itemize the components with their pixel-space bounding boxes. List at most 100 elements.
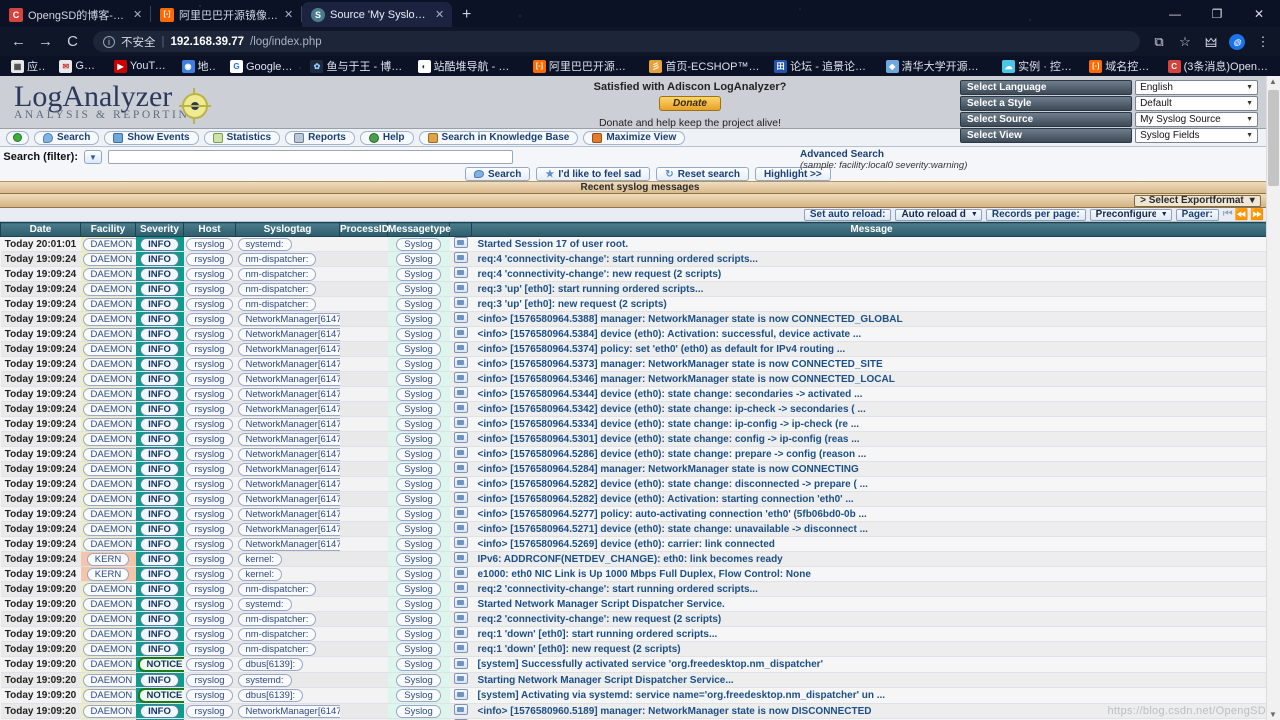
cell-severity[interactable]: INFO [136, 282, 184, 297]
table-row[interactable]: Today 19:09:20DAEMONINFOrsyslognm-dispat… [1, 627, 1272, 642]
cell-facility[interactable]: DAEMON [81, 462, 136, 477]
cell-facility[interactable]: DAEMON [81, 612, 136, 627]
cell-detail-icon[interactable] [450, 357, 472, 372]
reload-icon[interactable]: C [60, 33, 85, 50]
host-badge[interactable]: rsyslog [186, 298, 232, 311]
messagetype-badge[interactable]: Syslog [396, 493, 441, 506]
cell-syslogtag[interactable]: NetworkManager[6147]: [236, 492, 340, 507]
table-row[interactable]: Today 19:09:24DAEMONINFOrsyslogNetworkMa… [1, 312, 1272, 327]
cell-detail-icon[interactable] [450, 688, 472, 704]
bookmark-tsinghua[interactable]: ◆清华大学开源软件... [879, 58, 995, 74]
cast-icon[interactable]: ⧉ [1148, 34, 1170, 50]
facility-badge[interactable]: DAEMON [83, 508, 136, 521]
syslogtag-badge[interactable]: nm-dispatcher: [238, 628, 317, 641]
messagetype-badge[interactable]: Syslog [396, 583, 441, 596]
syslogtag-badge[interactable]: kernel: [238, 568, 283, 581]
facility-badge[interactable]: DAEMON [83, 373, 136, 386]
toolbar-maximize-view-button[interactable]: Maximize View [583, 131, 685, 145]
table-row[interactable]: Today 19:09:20DAEMONINFOrsyslognm-dispat… [1, 612, 1272, 627]
messagetype-badge[interactable]: Syslog [396, 373, 441, 386]
facility-badge[interactable]: DAEMON [83, 658, 136, 671]
cell-messagetype[interactable]: Syslog [388, 704, 450, 719]
facility-badge[interactable]: DAEMON [83, 418, 136, 431]
cell-syslogtag[interactable]: NetworkManager[6147]: [236, 704, 340, 719]
facility-badge[interactable]: DAEMON [83, 388, 136, 401]
cell-facility[interactable]: DAEMON [81, 417, 136, 432]
host-badge[interactable]: rsyslog [186, 388, 232, 401]
cell-facility[interactable]: DAEMON [81, 537, 136, 552]
cell-syslogtag[interactable]: nm-dispatcher: [236, 627, 340, 642]
status-indicator-button[interactable] [6, 131, 29, 145]
cell-severity[interactable]: INFO [136, 237, 184, 252]
cell-detail-icon[interactable] [450, 597, 472, 612]
toolbar-help-button[interactable]: Help [360, 131, 414, 145]
auto-reload-dropdown[interactable]: Auto reload d ▼ [895, 209, 981, 221]
cell-detail-icon[interactable] [450, 642, 472, 657]
cell-severity[interactable]: INFO [136, 597, 184, 612]
severity-badge[interactable]: INFO [140, 448, 179, 461]
message-detail-icon[interactable] [454, 432, 468, 443]
table-row[interactable]: Today 19:09:24DAEMONINFOrsyslogNetworkMa… [1, 387, 1272, 402]
severity-badge[interactable]: INFO [140, 613, 179, 626]
bookmark-navsite[interactable]: ◐站酷堆导航 - 寻找... [411, 58, 526, 74]
toolbar-show-events-button[interactable]: Show Events [104, 131, 198, 145]
browser-tab-1[interactable]: [-] 阿里巴巴开源镜像站-阿里云官网 ✕ [151, 2, 301, 27]
message-detail-icon[interactable] [454, 462, 468, 473]
syslogtag-badge[interactable]: nm-dispatcher: [238, 253, 317, 266]
cell-facility[interactable]: DAEMON [81, 402, 136, 417]
cell-syslogtag[interactable]: systemd: [236, 673, 340, 688]
cell-detail-icon[interactable] [450, 417, 472, 432]
cell-detail-icon[interactable] [450, 327, 472, 342]
severity-badge[interactable]: INFO [140, 674, 179, 687]
table-row[interactable]: Today 19:09:24DAEMONINFOrsyslogNetworkMa… [1, 507, 1272, 522]
table-row[interactable]: Today 19:09:24DAEMONINFOrsyslogNetworkMa… [1, 417, 1272, 432]
host-badge[interactable]: rsyslog [186, 628, 232, 641]
severity-badge[interactable]: INFO [140, 358, 179, 371]
facility-badge[interactable]: DAEMON [83, 493, 136, 506]
profile-avatar[interactable]: ◍ [1226, 33, 1248, 51]
cell-host[interactable]: rsyslog [184, 432, 236, 447]
message-detail-icon[interactable] [454, 237, 468, 248]
messagetype-badge[interactable]: Syslog [396, 388, 441, 401]
cell-host[interactable]: rsyslog [184, 312, 236, 327]
search-button[interactable]: Search [465, 167, 530, 181]
cell-host[interactable]: rsyslog [184, 237, 236, 252]
message-detail-icon[interactable] [454, 492, 468, 503]
advanced-search-link[interactable]: Advanced Search [800, 149, 884, 160]
cell-host[interactable]: rsyslog [184, 447, 236, 462]
cell-syslogtag[interactable]: nm-dispatcher: [236, 282, 340, 297]
syslogtag-badge[interactable]: dbus[6139]: [238, 658, 304, 671]
facility-badge[interactable]: DAEMON [83, 523, 136, 536]
cell-severity[interactable]: INFO [136, 522, 184, 537]
cell-messagetype[interactable]: Syslog [388, 417, 450, 432]
cell-syslogtag[interactable]: NetworkManager[6147]: [236, 372, 340, 387]
cell-host[interactable]: rsyslog [184, 492, 236, 507]
cell-host[interactable]: rsyslog [184, 477, 236, 492]
cell-severity[interactable]: INFO [136, 673, 184, 688]
cell-severity[interactable]: INFO [136, 462, 184, 477]
host-badge[interactable]: rsyslog [186, 493, 232, 506]
cell-host[interactable]: rsyslog [184, 688, 236, 704]
cell-severity[interactable]: NOTICE [136, 657, 184, 673]
severity-badge[interactable]: INFO [140, 523, 179, 536]
message-detail-icon[interactable] [454, 689, 468, 700]
messagetype-badge[interactable]: Syslog [396, 343, 441, 356]
host-badge[interactable]: rsyslog [186, 463, 232, 476]
cell-facility[interactable]: DAEMON [81, 342, 136, 357]
syslogtag-badge[interactable]: NetworkManager[6147]: [238, 433, 340, 446]
donate-button[interactable]: Donate [659, 96, 721, 111]
cell-severity[interactable]: INFO [136, 372, 184, 387]
messagetype-badge[interactable]: Syslog [396, 298, 441, 311]
messagetype-badge[interactable]: Syslog [396, 403, 441, 416]
table-row[interactable]: Today 19:09:20DAEMONINFOrsyslognm-dispat… [1, 582, 1272, 597]
facility-badge[interactable]: DAEMON [83, 253, 136, 266]
facility-badge[interactable]: DAEMON [83, 328, 136, 341]
facility-badge[interactable]: DAEMON [83, 613, 136, 626]
forward-icon[interactable]: → [33, 33, 58, 50]
host-badge[interactable]: rsyslog [186, 448, 232, 461]
syslogtag-badge[interactable]: systemd: [238, 238, 292, 251]
messagetype-badge[interactable]: Syslog [396, 268, 441, 281]
cell-messagetype[interactable]: Syslog [388, 342, 450, 357]
scroll-down-icon[interactable]: ▼ [1268, 710, 1278, 719]
facility-badge[interactable]: DAEMON [83, 538, 136, 551]
